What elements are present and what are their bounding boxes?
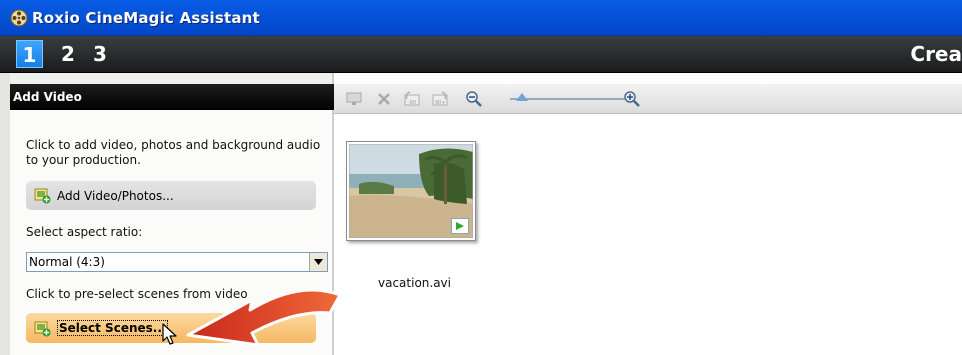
zoom-slider-thumb[interactable]: [516, 93, 528, 101]
svg-text:-90: -90: [408, 100, 416, 106]
aspect-ratio-select[interactable]: Normal (4:3): [26, 252, 328, 272]
add-video-photos-label: Add Video/Photos...: [57, 188, 174, 203]
callout-arrow-icon: [186, 288, 342, 347]
window-titlebar[interactable]: Roxio CineMagic Assistant: [0, 0, 962, 36]
mouse-cursor-icon: [162, 323, 177, 345]
add-media-icon: [34, 187, 51, 204]
panel-header: Add Video: [10, 84, 334, 110]
media-filename: vacation.avi: [378, 276, 451, 290]
media-thumbnail[interactable]: [346, 141, 476, 241]
step-heading: Crea: [910, 42, 962, 66]
window-title: Roxio CineMagic Assistant: [32, 8, 260, 27]
media-area: -90 90+ vacation.avi: [334, 73, 962, 355]
aspect-ratio-value: Normal (4:3): [29, 255, 105, 269]
media-toolbar: -90 90+: [334, 84, 962, 114]
play-icon[interactable]: [451, 218, 469, 234]
step-bar: 1 2 3 Crea: [0, 36, 962, 73]
dropdown-arrow-icon[interactable]: [309, 253, 327, 271]
zoom-in-icon[interactable]: [622, 89, 642, 109]
select-scenes-label: Select Scenes...: [57, 320, 169, 336]
intro-text: Click to add video, photos and backgroun…: [26, 138, 321, 167]
step-2-tab[interactable]: 2: [58, 40, 78, 68]
svg-text:90+: 90+: [435, 100, 446, 106]
step-3-tab[interactable]: 3: [90, 40, 110, 68]
film-reel-icon: [10, 9, 28, 27]
delete-icon[interactable]: [374, 89, 394, 109]
zoom-out-icon[interactable]: [464, 89, 484, 109]
rotate-right-90-icon[interactable]: 90+: [430, 89, 450, 109]
monitor-icon[interactable]: [344, 89, 364, 109]
zoom-slider[interactable]: [510, 98, 630, 100]
aspect-ratio-label: Select aspect ratio:: [26, 225, 143, 239]
step-1-tab[interactable]: 1: [16, 40, 43, 68]
add-video-photos-button[interactable]: Add Video/Photos...: [26, 181, 316, 210]
select-scenes-icon: [34, 320, 51, 337]
rotate-left-90-icon[interactable]: -90: [402, 89, 422, 109]
